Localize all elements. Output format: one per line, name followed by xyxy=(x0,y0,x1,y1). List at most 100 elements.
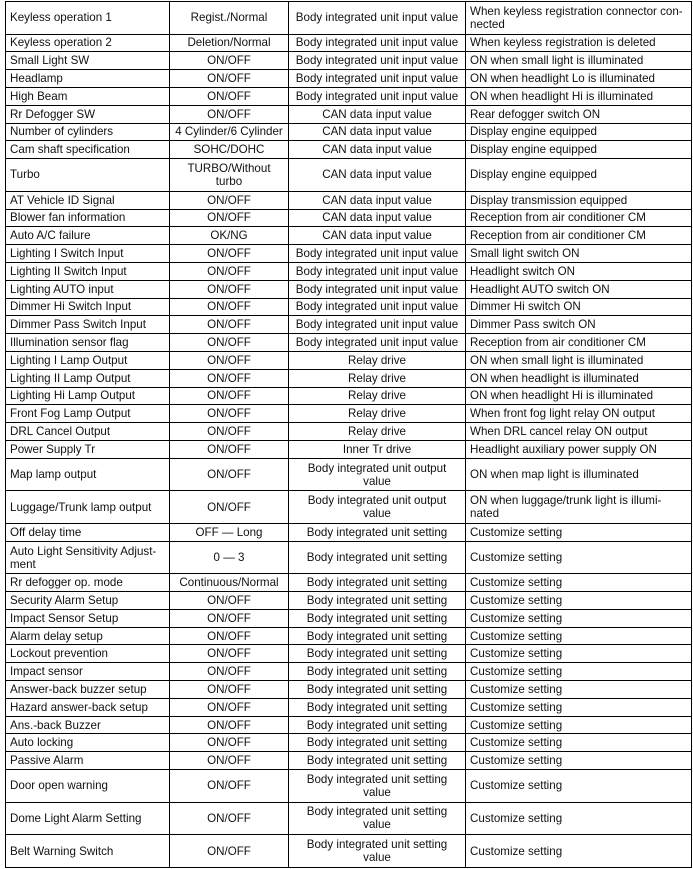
table-row: Alarm delay setup ON/OFF Body integrated u… xyxy=(5,626,692,646)
item-description: Headlight switch ON xyxy=(465,261,692,281)
item-value: ON/OFF xyxy=(169,439,289,459)
item-name: Auto locking xyxy=(5,733,170,753)
item-description: Customize setting xyxy=(465,573,692,593)
item-source: Body integrated unit setting xyxy=(288,662,466,682)
item-description: Customize setting xyxy=(465,751,692,771)
item-description: Reception from air conditioner CM xyxy=(465,226,692,246)
table-row: AT Vehicle ID Signal ON/OFF CAN data input… xyxy=(5,190,692,210)
item-name: Illumination sensor flag xyxy=(5,333,170,352)
item-description: ON when headlight Lo is illuminated xyxy=(465,69,692,88)
item-source: Body integrated unit setting xyxy=(288,540,466,575)
item-source: Body integrated unit setting xyxy=(288,522,466,542)
item-description: ON when headlight Hi is illuminated xyxy=(465,386,692,406)
item-value: ON/OFF xyxy=(169,422,289,441)
table-row: Keyless operation 2 Deletion/Normal Body i… xyxy=(5,33,692,53)
item-source: Body integrated unit output value xyxy=(288,457,466,492)
table-row: Dome Light Alarm Setting ON/OFF Body integ… xyxy=(5,801,692,836)
item-name: Lighting AUTO input xyxy=(5,279,170,299)
item-description: Customize setting xyxy=(465,626,692,646)
item-name: Power Supply Tr xyxy=(5,439,170,459)
item-name: Rr Defogger SW xyxy=(5,104,170,124)
item-source: Body integrated unit setting xyxy=(288,626,466,646)
table-row: Illumination sensor flag ON/OFF Body integ… xyxy=(5,333,692,352)
item-source: Body integrated unit input value xyxy=(288,86,466,106)
item-value: ON/OFF xyxy=(169,350,289,370)
item-name: Lighting Hi Lamp Output xyxy=(5,386,170,406)
item-source: Body integrated unit input value xyxy=(288,279,466,299)
item-description: Headlight auxiliary power supply ON xyxy=(465,439,692,459)
table-row: Passive Alarm ON/OFF Body integrated unit … xyxy=(5,751,692,771)
item-value: ON/OFF xyxy=(169,733,289,753)
item-value: ON/OFF xyxy=(169,244,289,263)
item-description: When front fog light relay ON output xyxy=(465,404,692,424)
item-value: ON/OFF xyxy=(169,208,289,228)
item-name: Hazard answer-back setup xyxy=(5,697,170,717)
item-description: ON when map light is illuminated xyxy=(465,457,692,492)
item-name: Number of cylinders xyxy=(5,122,170,142)
item-name: Blower fan information xyxy=(5,208,170,228)
table-row: Cam shaft specification SOHC/DOHC CAN data… xyxy=(5,140,692,160)
item-value: Regist./Normal xyxy=(169,1,289,35)
item-value: ON/OFF xyxy=(169,490,289,524)
table-row: Lockout prevention ON/OFF Body integrated … xyxy=(5,644,692,664)
item-value: ON/OFF xyxy=(169,662,289,682)
item-name: Rr defogger op. mode xyxy=(5,573,170,593)
item-description: Customize setting xyxy=(465,769,692,803)
item-description: Customize setting xyxy=(465,697,692,717)
table-row: Rr defogger op. mode Continuous/Normal Bod… xyxy=(5,573,692,593)
item-source: CAN data input value xyxy=(288,226,466,246)
table-row: Lighting II Switch Input ON/OFF Body integ… xyxy=(5,261,692,281)
item-value: SOHC/DOHC xyxy=(169,140,289,160)
item-value: ON/OFF xyxy=(169,591,289,610)
table-row: Dimmer Hi Switch Input ON/OFF Body integra… xyxy=(5,297,692,317)
item-source: Inner Tr drive xyxy=(288,439,466,459)
item-value: 0 — 3 xyxy=(169,540,289,575)
item-name: Cam shaft specification xyxy=(5,140,170,160)
table-row: Lighting I Lamp Output ON/OFF Relay drive O… xyxy=(5,350,692,370)
item-value: ON/OFF xyxy=(169,297,289,317)
item-value: ON/OFF xyxy=(169,644,289,664)
item-value: ON/OFF xyxy=(169,190,289,210)
item-source: Body integrated unit input value xyxy=(288,315,466,335)
item-description: Small light switch ON xyxy=(465,244,692,263)
item-source: Body integrated unit setting xyxy=(288,644,466,664)
table-row: Answer-back buzzer setup ON/OFF Body integ… xyxy=(5,680,692,699)
item-value: ON/OFF xyxy=(169,261,289,281)
item-description: Display engine equipped xyxy=(465,122,692,142)
item-value: Deletion/Normal xyxy=(169,33,289,53)
item-name: Auto A/C failure xyxy=(5,226,170,246)
item-description: Customize setting xyxy=(465,662,692,682)
table-row: Turbo TURBO/Without turbo CAN data input v… xyxy=(5,158,692,192)
item-description: Rear defogger switch ON xyxy=(465,104,692,124)
item-value: ON/OFF xyxy=(169,697,289,717)
table-row: Number of cylinders 4 Cylinder/6 Cylinder… xyxy=(5,122,692,142)
item-description: ON when small light is illuminated xyxy=(465,350,692,370)
item-value: ON/OFF xyxy=(169,608,289,628)
item-name: Dimmer Pass Switch Input xyxy=(5,315,170,335)
item-value: ON/OFF xyxy=(169,404,289,424)
item-value: TURBO/Without turbo xyxy=(169,158,289,192)
item-name: High Beam xyxy=(5,86,170,106)
item-description: ON when luggage/trunk light is illumi-na… xyxy=(465,490,692,524)
item-value: ON/OFF xyxy=(169,104,289,124)
item-source: CAN data input value xyxy=(288,104,466,124)
item-source: Relay drive xyxy=(288,404,466,424)
item-name: Belt Warning Switch xyxy=(5,834,170,868)
item-value: ON/OFF xyxy=(169,386,289,406)
item-source: Body integrated unit input value xyxy=(288,33,466,53)
item-description: When keyless registration connector con-… xyxy=(465,1,692,35)
table-row: Lighting II Lamp Output ON/OFF Relay drive… xyxy=(5,368,692,388)
item-name: Map lamp output xyxy=(5,457,170,492)
item-description: ON when small light is illuminated xyxy=(465,51,692,71)
item-name: Lighting II Lamp Output xyxy=(5,368,170,388)
item-value: ON/OFF xyxy=(169,834,289,868)
item-source: Body integrated unit setting xyxy=(288,697,466,717)
item-value: ON/OFF xyxy=(169,769,289,803)
table-row: Lighting Hi Lamp Output ON/OFF Relay drive… xyxy=(5,386,692,406)
table-row: Hazard answer-back setup ON/OFF Body integ… xyxy=(5,697,692,717)
item-value: ON/OFF xyxy=(169,51,289,71)
item-description: Customize setting xyxy=(465,733,692,753)
diagnostic-items-table: Keyless operation 1 Regist./Normal Body in… xyxy=(5,1,692,868)
table-row: Blower fan information ON/OFF CAN data inp… xyxy=(5,208,692,228)
item-name: Headlamp xyxy=(5,69,170,88)
